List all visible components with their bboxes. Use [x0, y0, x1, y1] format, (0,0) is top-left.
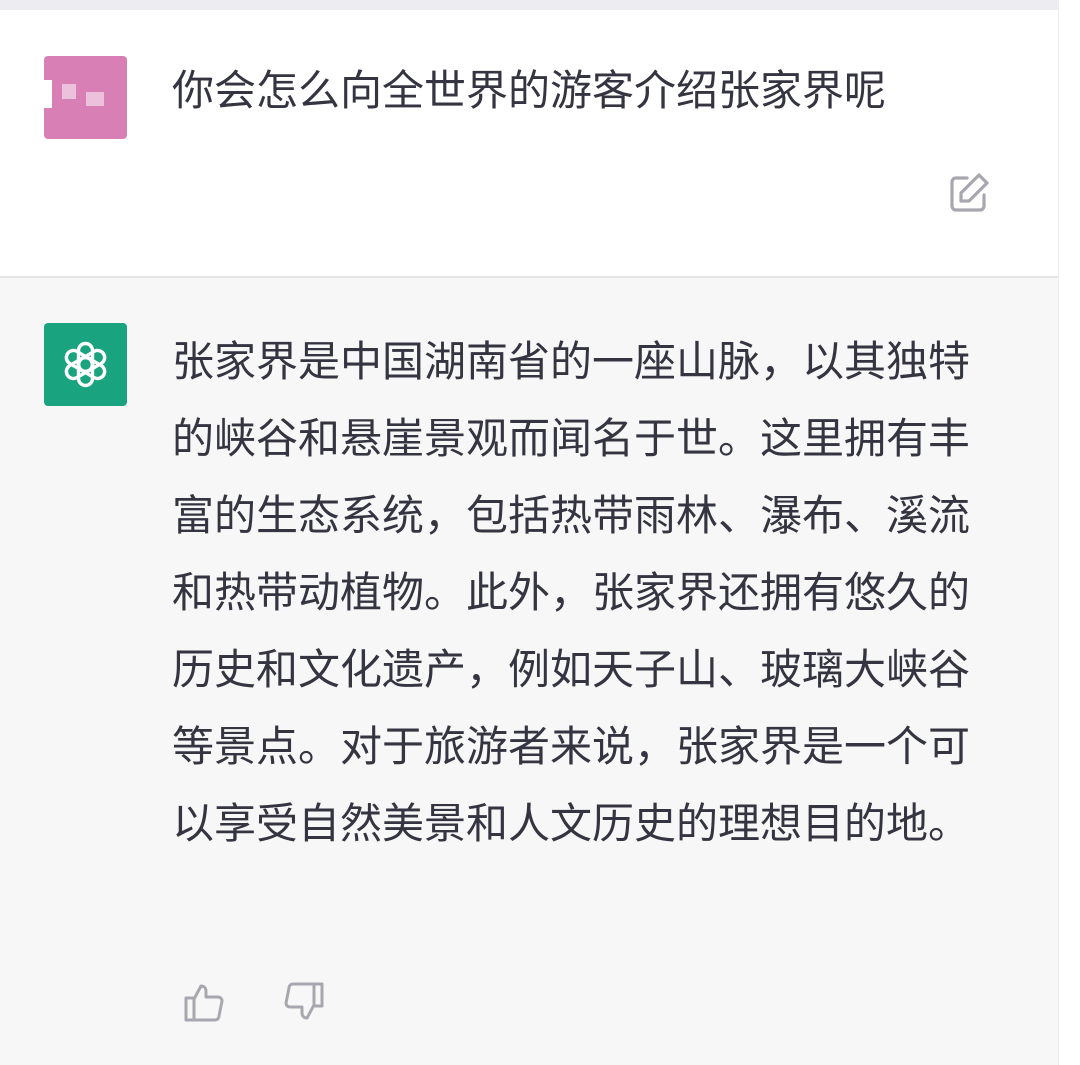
assistant-message-text: 张家界是中国湖南省的一座山脉，以其独特的峡谷和悬崖景观而闻名于世。这里拥有丰富的… [172, 337, 971, 848]
chat-window: 你会怎么向全世界的游客介绍张家界呢 张家界是中国湖南省的一座山脉，以其独特的峡谷… [0, 0, 1059, 1065]
user-message-text: 你会怎么向全世界的游客介绍张家界呢 [172, 66, 887, 115]
edit-icon [950, 173, 989, 212]
assistant-message: 张家界是中国湖南省的一座山脉，以其独特的峡谷和悬崖景观而闻名于世。这里拥有丰富的… [0, 278, 1058, 1065]
thumbs-down-icon [284, 982, 324, 1020]
openai-logo-icon [64, 341, 107, 388]
assistant-avatar [44, 323, 127, 406]
top-divider [0, 0, 1058, 10]
user-avatar [44, 56, 127, 139]
thumbs-up-icon [184, 984, 224, 1022]
user-message: 你会怎么向全世界的游客介绍张家界呢 [0, 10, 1058, 278]
thumbs-up-button[interactable] [180, 978, 228, 1026]
thumbs-down-button[interactable] [280, 978, 328, 1026]
edit-button[interactable] [946, 170, 992, 216]
